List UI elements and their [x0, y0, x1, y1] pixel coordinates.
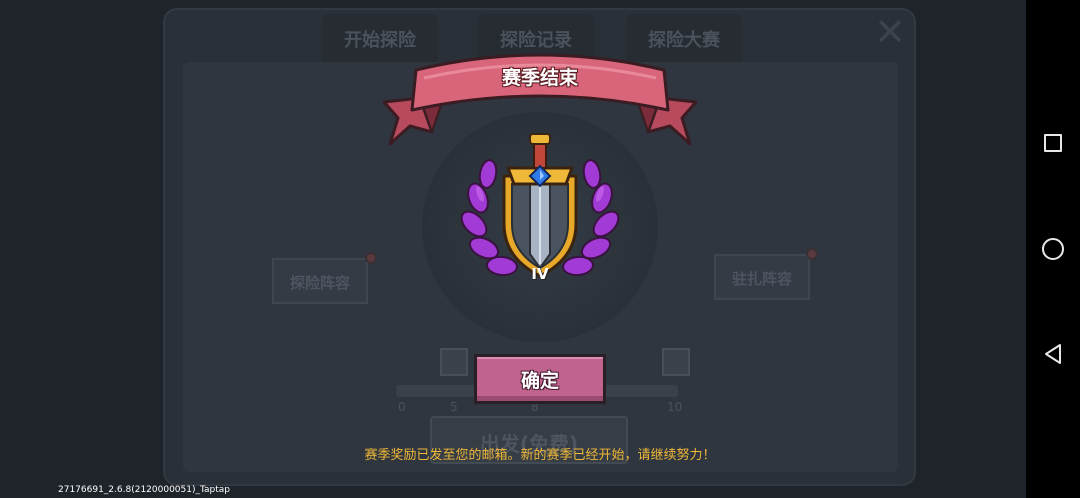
home-button[interactable] [1026, 224, 1080, 274]
reward-chest-icon [662, 348, 690, 376]
square-icon [1044, 134, 1062, 152]
version-label: 27176691_2.6.8(2120000051)_Taptap [58, 485, 230, 495]
modal-title: 赛季结束 [501, 67, 578, 89]
progress-tick: 10 [667, 400, 683, 414]
progress-tick: 5 [450, 400, 458, 414]
confirm-button[interactable]: 确定 [474, 354, 606, 404]
triangle-back-icon [1045, 344, 1061, 364]
season-message: 赛季奖励已发至您的邮箱。新的赛季已经开始，请继续努力！ [364, 448, 716, 463]
android-nav-bar [1026, 0, 1080, 498]
notification-dot [806, 248, 818, 260]
close-icon: ✕ [874, 10, 906, 54]
confirm-button-label: 确定 [520, 369, 559, 392]
reward-chest-icon [440, 348, 468, 376]
progress-tick: 0 [398, 400, 406, 414]
recent-apps-button[interactable] [1026, 118, 1080, 168]
notification-dot [365, 252, 377, 264]
rank-label: IV [531, 265, 549, 283]
garrison-lineup-button: 驻扎阵容 [714, 254, 811, 300]
adventure-lineup-button: 探险阵容 [272, 258, 369, 304]
sword-shield-badge-icon [460, 133, 620, 278]
back-button[interactable] [1026, 329, 1080, 379]
circle-icon [1042, 238, 1064, 260]
